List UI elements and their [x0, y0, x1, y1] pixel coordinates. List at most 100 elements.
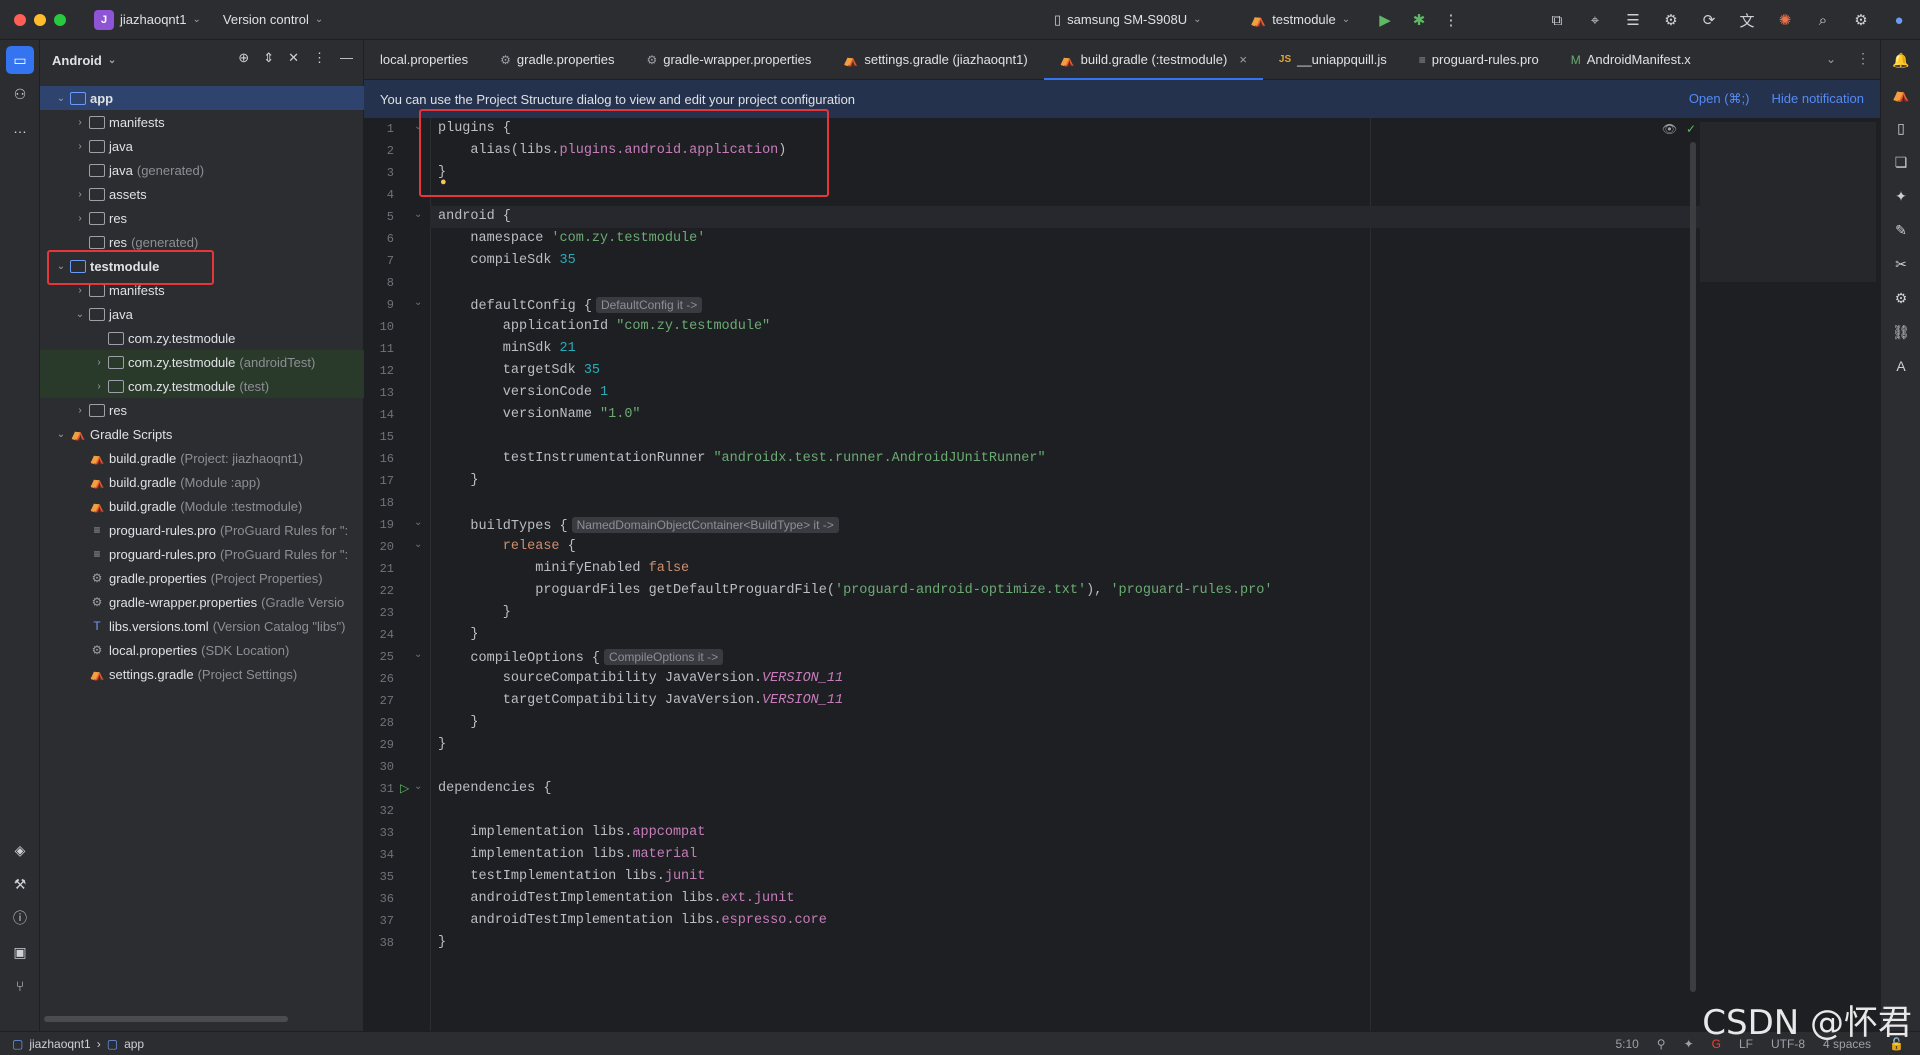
tree-item[interactable]: ⌄ java [40, 302, 364, 326]
line-number[interactable]: 2 [364, 140, 394, 162]
minimize-window-button[interactable] [34, 13, 46, 26]
terminal-icon[interactable]: ▣ [6, 938, 34, 966]
run-icon[interactable]: ▶ [1374, 9, 1396, 31]
line-number[interactable]: 15 [364, 426, 394, 448]
run-gutter-icon[interactable]: ▷ [400, 781, 409, 795]
more-tools-icon[interactable]: … [6, 114, 34, 142]
code-line[interactable] [430, 426, 1710, 448]
code-line[interactable]: android { [430, 206, 1710, 228]
code-line[interactable]: dependencies { [430, 778, 1710, 800]
notifications-icon[interactable]: 🔔 [1887, 46, 1915, 74]
line-number[interactable]: 12 [364, 360, 394, 382]
tree-item[interactable]: ⛺ settings.gradle (Project Settings) [40, 662, 364, 686]
translate-icon[interactable]: 文 [1736, 9, 1758, 31]
line-number[interactable]: 10 [364, 316, 394, 338]
code-line[interactable]: applicationId "com.zy.testmodule" [430, 316, 1710, 338]
line-number[interactable]: 11 [364, 338, 394, 360]
fold-icon[interactable]: ⌄ [414, 209, 422, 220]
device-selector[interactable]: ▯ samsung SM-S908U ⌄ [1054, 12, 1202, 28]
code-line[interactable]: androidTestImplementation libs.espresso.… [430, 910, 1710, 932]
line-number[interactable]: 23 [364, 602, 394, 624]
reader-mode-icon[interactable]: 👁 [1662, 122, 1677, 136]
tree-item[interactable]: Tlibs.versions.toml (Version Catalog "lib… [40, 614, 364, 638]
ai-status-icon[interactable]: ✦ [1684, 1037, 1694, 1051]
line-number[interactable]: 30 [364, 756, 394, 778]
tree-item[interactable]: › manifests [40, 110, 364, 134]
line-number[interactable]: 37 [364, 910, 394, 932]
chevron-right-icon[interactable]: › [73, 117, 87, 128]
editor-tab[interactable]: M AndroidManifest.x [1555, 40, 1707, 80]
tree-item[interactable]: › assets [40, 182, 364, 206]
tree-item[interactable]: ⚙ local.properties (SDK Location) [40, 638, 364, 662]
gemini-diamond-icon[interactable]: ◈ [6, 836, 34, 864]
line-number[interactable]: 4 [364, 184, 394, 206]
expand-all-icon[interactable]: ⇕ [263, 50, 274, 66]
debug-icon[interactable]: ✱ [1408, 9, 1430, 31]
code-line[interactable]: versionCode 1 [430, 382, 1710, 404]
horizontal-scrollbar[interactable] [44, 1016, 288, 1022]
editor-tab[interactable]: ⛺ build.gradle (:testmodule) × [1043, 40, 1264, 80]
zoom-window-button[interactable] [54, 13, 66, 26]
vcs-menu[interactable]: Version control ⌄ [223, 12, 323, 27]
link-icon[interactable]: ⛓ [1887, 318, 1915, 346]
chevron-right-icon[interactable]: › [73, 141, 87, 152]
problems-icon[interactable]: ⓘ [6, 904, 34, 932]
line-number[interactable]: 3 [364, 162, 394, 184]
code-line[interactable]: compileOptions {CompileOptions it -> [430, 646, 1710, 668]
code-line[interactable]: implementation libs.appcompat [430, 822, 1710, 844]
line-number[interactable]: 22 [364, 580, 394, 602]
line-number[interactable]: 13 [364, 382, 394, 404]
line-number[interactable]: 16 [364, 448, 394, 470]
code-line[interactable]: } [430, 734, 1710, 756]
line-number[interactable]: 14 [364, 404, 394, 426]
gemini-icon[interactable]: ✺ [1774, 9, 1796, 31]
options-icon[interactable]: ⋮ [313, 50, 326, 66]
line-number[interactable]: 19 [364, 514, 394, 536]
resource-manager-icon[interactable]: ⚇ [6, 80, 34, 108]
tree-item[interactable]: com.zy.testmodule [40, 326, 364, 350]
device-manager-icon[interactable]: ⧉ [1546, 9, 1568, 31]
code-line[interactable]: release { [430, 536, 1710, 558]
close-tab-icon[interactable]: × [1239, 52, 1247, 67]
code-line[interactable]: buildTypes {NamedDomainObjectContainer<B… [430, 514, 1710, 536]
editor-tab[interactable]: ⚙ gradle.properties [484, 40, 630, 80]
vertical-scrollbar[interactable] [1690, 142, 1696, 992]
chevron-down-icon[interactable]: ⌄ [73, 309, 87, 320]
tree-item[interactable]: › res [40, 398, 364, 422]
code-line[interactable]: androidTestImplementation libs.ext.junit [430, 888, 1710, 910]
caret-position[interactable]: 5:10 [1615, 1037, 1638, 1051]
code-line[interactable]: } [430, 932, 1710, 954]
code-line[interactable]: } [430, 602, 1710, 624]
tree-item[interactable]: › java [40, 134, 364, 158]
chevron-right-icon[interactable]: › [73, 405, 87, 416]
sync-icon[interactable]: ⟳ [1698, 9, 1720, 31]
git-status-icon[interactable]: ⚲ [1657, 1037, 1666, 1051]
code-line[interactable] [430, 272, 1710, 294]
line-number[interactable]: 33 [364, 822, 394, 844]
line-number[interactable]: 35 [364, 866, 394, 888]
chevron-right-icon[interactable]: › [73, 285, 87, 296]
tree-item[interactable]: ⛺ build.gradle (Module :app) [40, 470, 364, 494]
line-number[interactable]: 34 [364, 844, 394, 866]
tree-item[interactable]: › com.zy.testmodule (test) [40, 374, 364, 398]
tabs-more-icon[interactable]: ⋮ [1856, 50, 1870, 67]
fold-icon[interactable]: ⌄ [414, 539, 422, 550]
chevron-right-icon[interactable]: › [92, 357, 106, 368]
fold-icon[interactable]: ⌄ [414, 649, 422, 660]
editor-tab[interactable]: ≡ proguard-rules.pro [1403, 40, 1555, 80]
clipboard-icon[interactable]: ❏ [1887, 148, 1915, 176]
logcat-icon[interactable]: ☰ [1622, 9, 1644, 31]
code-line[interactable]: namespace 'com.zy.testmodule' [430, 228, 1710, 250]
code-line[interactable]: targetCompatibility JavaVersion.VERSION_… [430, 690, 1710, 712]
code-line[interactable] [430, 800, 1710, 822]
code-line[interactable]: proguardFiles getDefaultProguardFile('pr… [430, 580, 1710, 602]
close-window-button[interactable] [14, 13, 26, 26]
build-icon[interactable]: ⚒ [6, 870, 34, 898]
tree-item[interactable]: java (generated) [40, 158, 364, 182]
code-line[interactable]: minifyEnabled false [430, 558, 1710, 580]
line-number[interactable]: 5 [364, 206, 394, 228]
line-number[interactable]: 38 [364, 932, 394, 954]
code-line[interactable]: defaultConfig {DefaultConfig it -> [430, 294, 1710, 316]
fold-icon[interactable]: ⌄ [414, 781, 422, 792]
line-number[interactable]: 1 [364, 118, 394, 140]
